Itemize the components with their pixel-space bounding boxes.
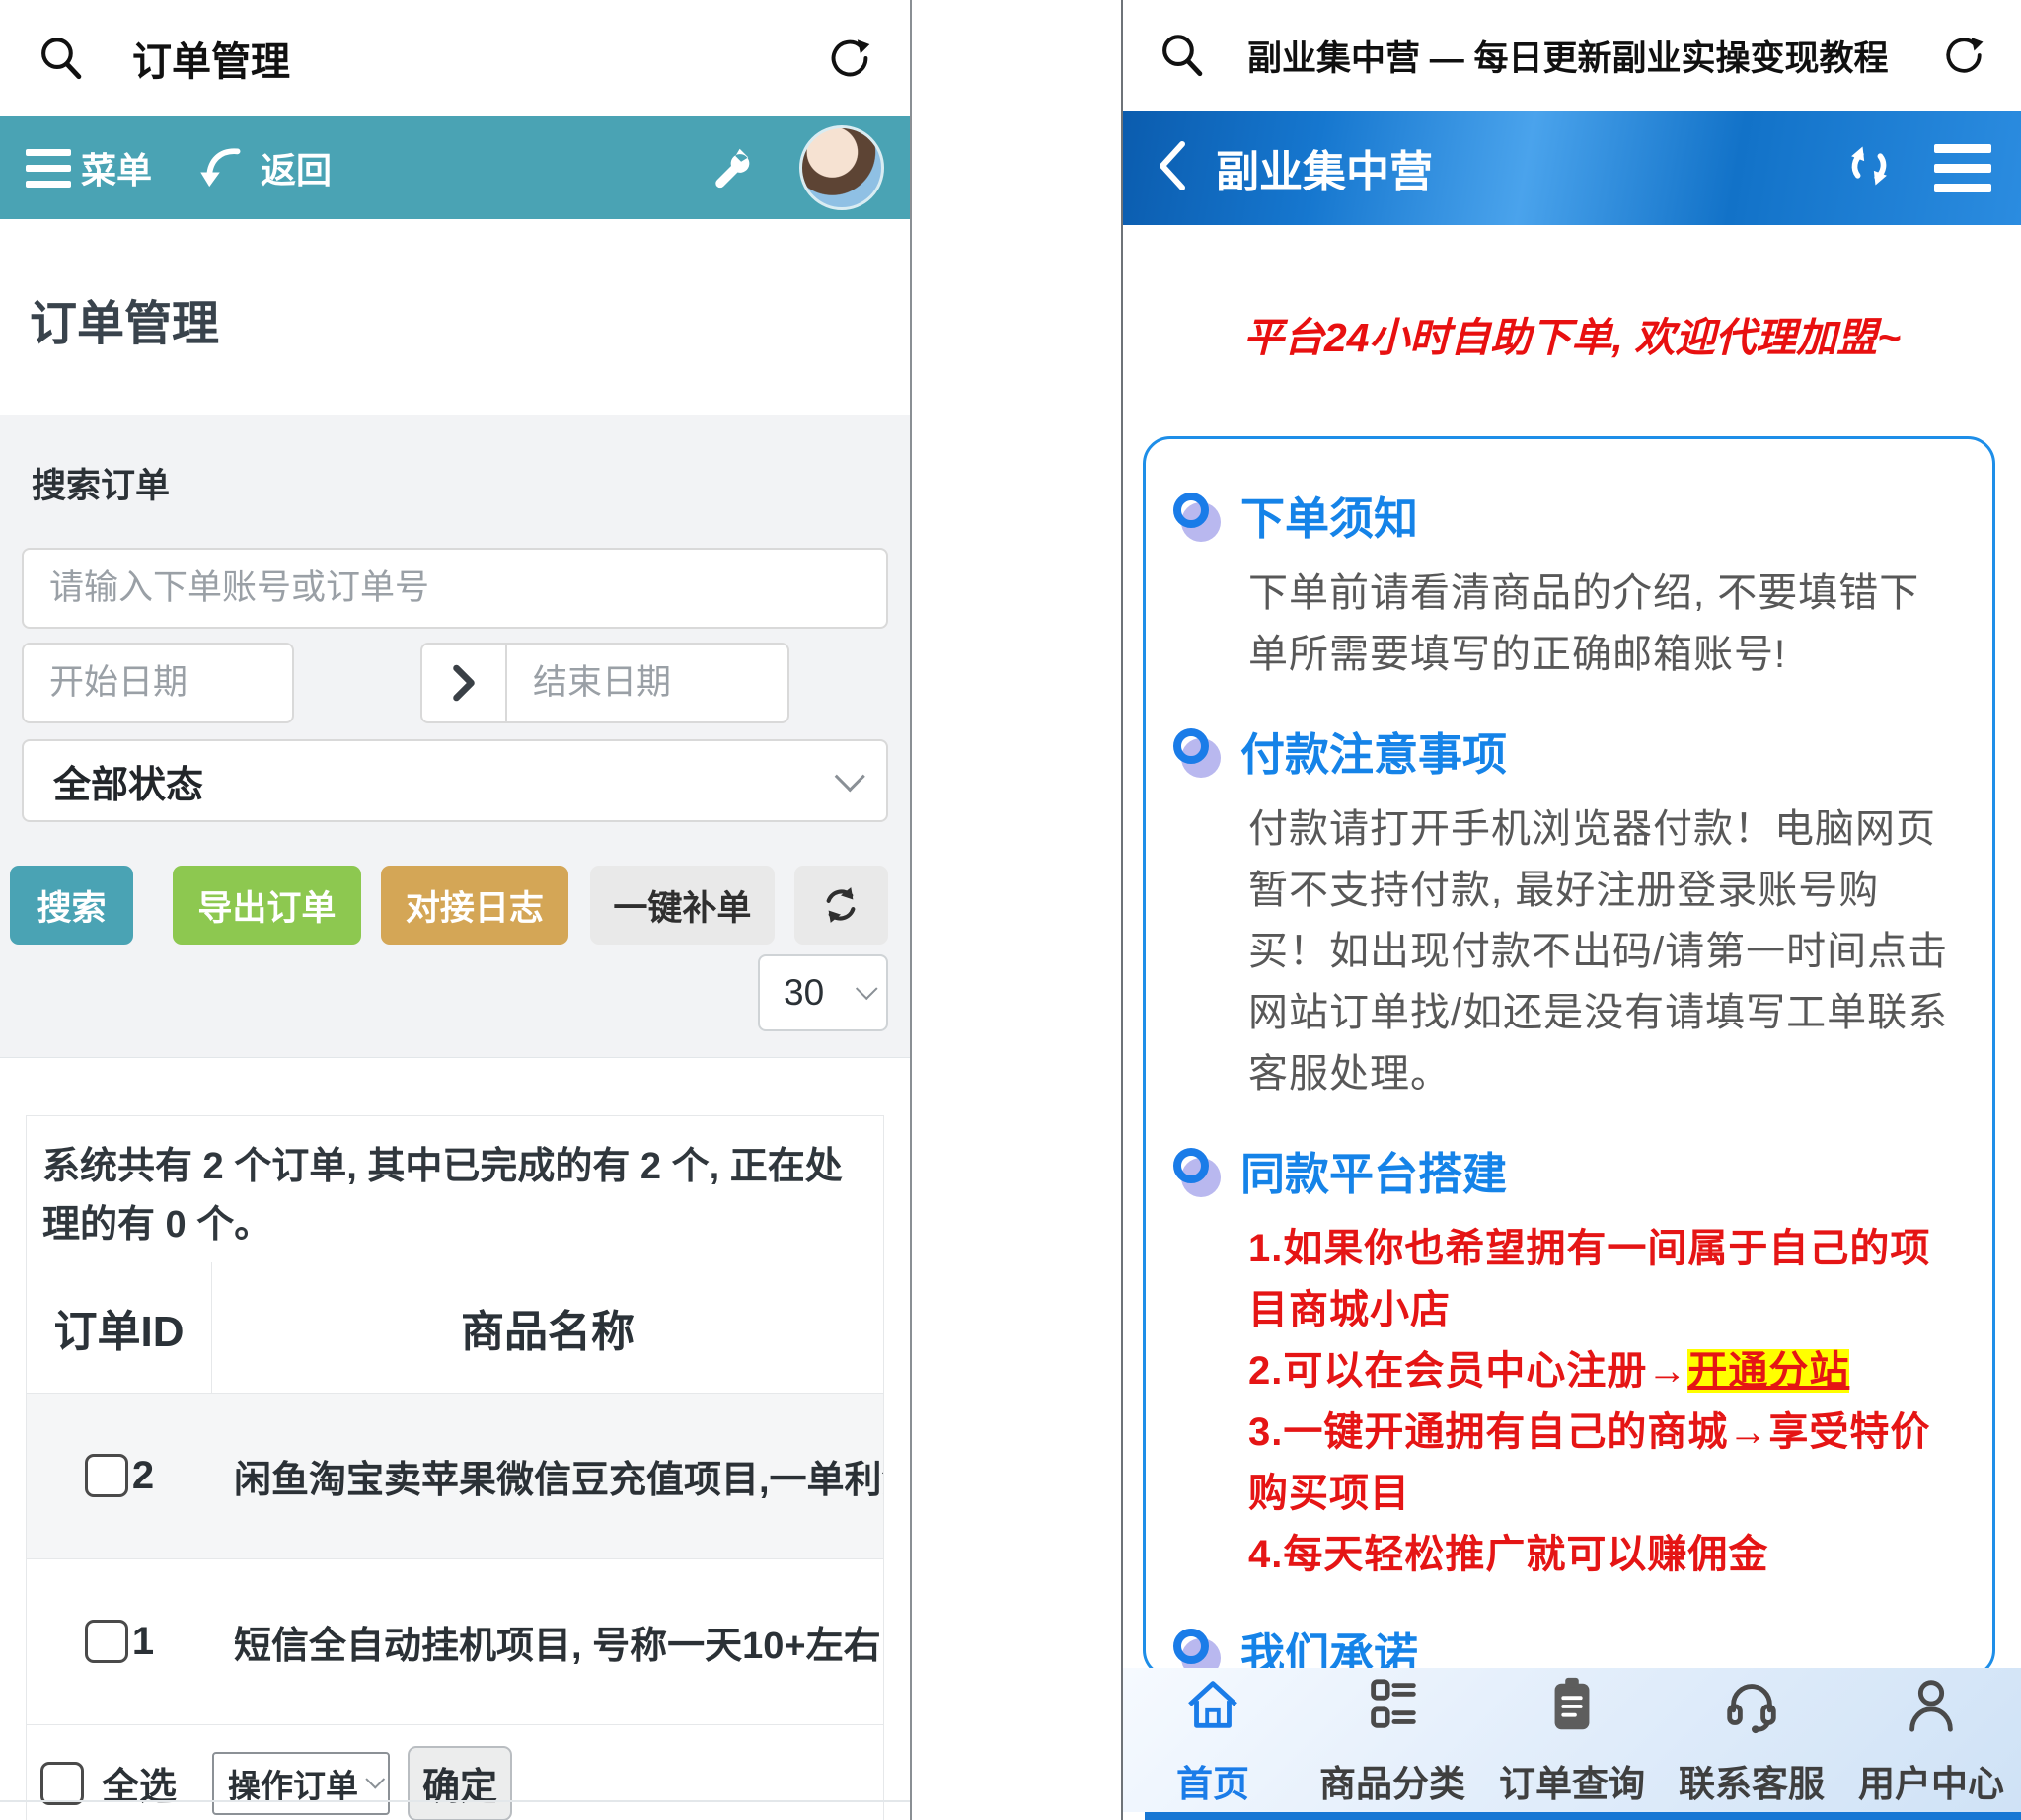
wrench-icon[interactable] — [709, 143, 754, 193]
category-list-icon — [1362, 1674, 1423, 1740]
notice-box: 下单须知 下单前请看清商品的介绍, 不要填错下单所需要填写的正确邮箱账号! 付款… — [1143, 436, 1995, 1678]
composite-screenshot: 订单管理 菜单 返回 订单管理 搜索订单 — [0, 0, 2021, 1820]
status-select-value: 全部状态 — [53, 754, 835, 808]
row-checkbox[interactable] — [85, 1454, 128, 1497]
bullet-icon — [1173, 1629, 1219, 1674]
api-log-button[interactable]: 对接日志 — [381, 866, 569, 945]
date-range-row — [22, 643, 888, 723]
order-search-input[interactable] — [22, 548, 888, 629]
search-icon[interactable] — [1157, 30, 1208, 81]
left-app-navbar: 菜单 返回 — [0, 116, 910, 219]
menu-icon[interactable] — [1934, 144, 1991, 192]
section-heading: 下单须知 — [1240, 483, 1418, 547]
tab-product-categories[interactable]: 商品分类 — [1303, 1668, 1482, 1812]
user-icon — [1901, 1674, 1962, 1740]
orders-table: 系统共有 2 个订单, 其中已完成的有 2 个, 正在处理的有 0 个。 订单I… — [26, 1115, 884, 1820]
page-size-select[interactable]: 30 — [758, 954, 888, 1031]
order-id: 1 — [132, 1620, 154, 1664]
back-button[interactable]: 返回 — [261, 142, 332, 193]
col-header-order-id: 订单ID — [27, 1262, 212, 1393]
setup-step-4: 4.每天轻松推广就可以赚佣金 — [1248, 1524, 1959, 1585]
section-payment-notice: 付款注意事项 付款请打开手机浏览器付款！电脑网页暂不支持付款, 最好注册登录账号… — [1173, 719, 1959, 1104]
back-chevron-icon[interactable] — [1153, 138, 1192, 198]
refresh-icon[interactable] — [825, 34, 874, 83]
left-page-tab-title: 订单管理 — [132, 30, 825, 87]
row-checkbox[interactable] — [85, 1620, 128, 1663]
section-body: 下单前请看清商品的介绍, 不要填错下单所需要填写的正确邮箱账号! — [1248, 563, 1959, 685]
select-all-label: 全选 — [102, 1756, 177, 1810]
reorder-button[interactable]: 一键补单 — [590, 866, 775, 945]
page-size-value: 30 — [784, 972, 855, 1014]
right-page-tab-title: 副业集中营 — 每日更新副业实操变现教程 — [1247, 31, 1940, 81]
bottom-progress-strip — [1145, 1812, 2021, 1820]
bottom-tabbar: 首页 商品分类 订单查询 联系客服 — [1123, 1668, 2021, 1812]
home-icon — [1182, 1674, 1243, 1740]
table-footer-controls: 全选 操作订单 确定 — [27, 1725, 883, 1820]
orders-summary: 系统共有 2 个订单, 其中已完成的有 2 个, 正在处理的有 0 个。 — [27, 1116, 883, 1262]
left-screenshot: 订单管理 菜单 返回 订单管理 搜索订单 — [0, 0, 912, 1820]
sync-icon[interactable] — [1843, 140, 1895, 196]
left-browser-topbar: 订单管理 — [0, 0, 910, 116]
right-app-navbar: 副业集中营 — [1123, 111, 2021, 225]
menu-button[interactable]: 菜单 — [81, 142, 152, 193]
date-range-chevron-icon — [420, 643, 505, 723]
col-header-product-name: 商品名称 — [212, 1262, 883, 1393]
search-panel-label: 搜索订单 — [32, 458, 878, 508]
tab-home[interactable]: 首页 — [1123, 1668, 1303, 1812]
page-title: 订单管理 — [0, 219, 910, 415]
end-date-input[interactable] — [505, 643, 789, 723]
section-order-notice: 下单须知 下单前请看清商品的介绍, 不要填错下单所需要填写的正确邮箱账号! — [1173, 483, 1959, 685]
product-name: 短信全自动挂机项目, 号称一天10+左右 — [212, 1615, 883, 1669]
tab-contact-support[interactable]: 联系客服 — [1662, 1668, 1841, 1812]
refresh-list-button[interactable] — [794, 866, 888, 945]
refresh-icon[interactable] — [1940, 32, 1987, 79]
bullet-icon — [1173, 493, 1219, 538]
setup-step-2: 2.可以在会员中心注册→开通分站 — [1248, 1340, 1959, 1402]
product-name: 闲鱼淘宝卖苹果微信豆充值项目,一单利润5元 — [212, 1449, 883, 1503]
table-row[interactable]: 1 短信全自动挂机项目, 号称一天10+左右 — [27, 1559, 883, 1725]
bullet-icon — [1173, 728, 1219, 774]
table-row[interactable]: 2 闲鱼淘宝卖苹果微信豆充值项目,一单利润5元 — [27, 1394, 883, 1559]
footer-divider — [0, 1800, 910, 1802]
menu-icon[interactable] — [26, 149, 71, 188]
section-platform-setup: 同款平台搭建 1.如果你也希望拥有一间属于自己的项目商城小店 2.可以在会员中心… — [1173, 1138, 1959, 1585]
open-substation-link[interactable]: 开通分站 — [1687, 1349, 1849, 1393]
table-header-row: 订单ID 商品名称 — [27, 1262, 883, 1394]
search-icon[interactable] — [36, 33, 87, 84]
search-button[interactable]: 搜索 — [10, 866, 133, 945]
avatar[interactable] — [799, 125, 884, 210]
chevron-down-icon — [835, 761, 865, 792]
bullet-icon — [1173, 1148, 1219, 1193]
back-arrow-icon[interactable] — [195, 140, 251, 196]
setup-step-3: 3.一键开通拥有自己的商城→享受特价购买项目 — [1248, 1402, 1959, 1524]
export-orders-button[interactable]: 导出订单 — [173, 866, 361, 945]
search-panel: 搜索订单 全部状态 搜索 导出订单 对接日志 一键补单 — [0, 415, 910, 1058]
action-buttons-row: 搜索 导出订单 对接日志 一键补单 — [10, 866, 888, 945]
order-id: 2 — [132, 1454, 154, 1498]
order-action-select[interactable]: 操作订单 — [212, 1752, 390, 1815]
setup-step-1: 1.如果你也希望拥有一间属于自己的项目商城小店 — [1248, 1218, 1959, 1340]
tab-user-center[interactable]: 用户中心 — [1841, 1668, 2021, 1812]
status-select[interactable]: 全部状态 — [22, 739, 888, 822]
section-heading: 同款平台搭建 — [1240, 1138, 1507, 1202]
headset-icon — [1721, 1674, 1782, 1740]
announcement-text: 平台24小时自助下单, 欢迎代理加盟~ — [1123, 304, 2021, 363]
section-body: 付款请打开手机浏览器付款！电脑网页暂不支持付款, 最好注册登录账号购买！如出现付… — [1248, 798, 1959, 1104]
right-screenshot: 副业集中营 — 每日更新副业实操变现教程 副业集中营 平台24小时自助下单, 欢… — [1121, 0, 2021, 1820]
confirm-button[interactable]: 确定 — [408, 1746, 512, 1820]
select-all-checkbox[interactable] — [40, 1762, 84, 1805]
right-browser-topbar: 副业集中营 — 每日更新副业实操变现教程 — [1123, 0, 2021, 111]
chevron-down-icon — [856, 977, 878, 1000]
chevron-down-icon — [365, 1770, 385, 1789]
section-body-red: 1.如果你也希望拥有一间属于自己的项目商城小店 2.可以在会员中心注册→开通分站… — [1248, 1218, 1959, 1585]
section-heading: 付款注意事项 — [1240, 719, 1507, 783]
clipboard-icon — [1541, 1674, 1603, 1740]
tab-order-inquiry[interactable]: 订单查询 — [1482, 1668, 1662, 1812]
start-date-input[interactable] — [22, 643, 294, 723]
site-title: 副业集中营 — [1216, 136, 1843, 199]
